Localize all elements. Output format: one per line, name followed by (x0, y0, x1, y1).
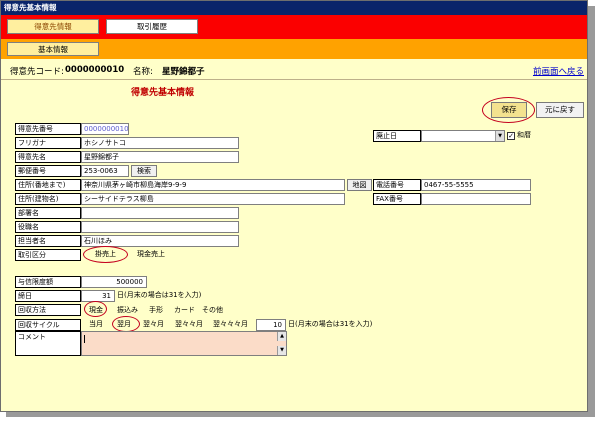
address1-label: 住所(番地まで) (15, 179, 81, 191)
cycle-option-4-months[interactable]: 翌々々々月 (213, 319, 248, 331)
fax-label: FAX番号 (373, 193, 421, 205)
cycle-option-next-month[interactable]: 翌月 (117, 319, 131, 331)
fax-field[interactable] (421, 193, 531, 205)
closing-day-note: 日(月末の場合は31を入力) (117, 291, 202, 299)
search-button[interactable]: 検索 (131, 165, 157, 177)
credit-limit-field[interactable]: 500000 (81, 276, 147, 288)
abolish-date-select[interactable]: ▼ (421, 130, 505, 142)
contact-person-label: 担当者名 (15, 235, 81, 247)
comment-textarea[interactable]: ▲ ▼ (81, 331, 287, 356)
back-to-previous-link[interactable]: 前画面へ戻る (533, 65, 584, 77)
position-label: 役職名 (15, 221, 81, 233)
address1-field[interactable]: 神奈川県茅ヶ崎市柳島海岸9-9-9 (81, 179, 345, 191)
customer-name-field-label: 得意先名 (15, 151, 81, 163)
subtab-basic-info[interactable]: 基本情報 (7, 42, 99, 56)
collection-option-other[interactable]: その他 (202, 305, 223, 317)
collection-option-transfer[interactable]: 振込み (117, 305, 138, 317)
tab-bar: 得意先情報 取引履歴 (1, 15, 587, 39)
position-field[interactable] (81, 221, 239, 233)
revert-button[interactable]: 元に戻す (536, 102, 584, 118)
customer-name-value: 星野錦都子 (162, 67, 205, 77)
cycle-option-this-month[interactable]: 当月 (89, 319, 103, 331)
address2-field[interactable]: シーサイドテラス柳島 (81, 193, 345, 205)
collection-day-note: 日(月末の場合は31を入力) (288, 320, 373, 328)
wareki-checkbox[interactable]: ✓ (507, 132, 515, 140)
customer-no-field: 0000000010 (81, 123, 129, 135)
phone-label: 電話番号 (373, 179, 421, 191)
trade-type-option-credit[interactable]: 掛売上 (95, 249, 116, 261)
address2-label: 住所(建物名) (15, 193, 81, 205)
wareki-label: 和暦 (517, 131, 531, 139)
postal-code-field[interactable]: 253-0063 (81, 165, 129, 177)
abolish-date-label: 廃止日 (373, 130, 421, 142)
postal-code-label: 郵便番号 (15, 165, 81, 177)
customer-window: 得意先基本情報 得意先情報 取引履歴 基本情報 得意先コード: 00000000… (0, 0, 588, 412)
credit-limit-label: 与信限度額 (15, 276, 81, 288)
scroll-up-icon[interactable]: ▲ (277, 332, 286, 341)
cycle-option-2-months[interactable]: 翌々月 (143, 319, 164, 331)
section-title: 得意先基本情報 (131, 88, 195, 98)
contact-person-field[interactable]: 石川ほみ (81, 235, 239, 247)
collection-option-cash[interactable]: 現金 (89, 305, 103, 317)
customer-code-label: 得意先コード: (10, 67, 64, 77)
scroll-down-icon[interactable]: ▼ (277, 346, 286, 355)
collection-cycle-label: 回収サイクル (15, 319, 81, 331)
closing-day-label: 締日 (15, 290, 81, 302)
text-caret (84, 335, 85, 343)
chevron-down-icon[interactable]: ▼ (495, 131, 504, 141)
comment-label: コメント (15, 331, 81, 356)
tab-transaction-history[interactable]: 取引履歴 (106, 19, 198, 34)
furigana-field[interactable]: ホシノサトコ (81, 137, 239, 149)
collection-method-label: 回収方法 (15, 304, 81, 316)
customer-name-field[interactable]: 星野錦都子 (81, 151, 239, 163)
collection-day-field[interactable]: 10 (256, 319, 286, 331)
customer-header: 得意先コード: 0000000010 名称: 星野錦都子 前画面へ戻る (1, 60, 587, 80)
cycle-option-3-months[interactable]: 翌々々月 (175, 319, 203, 331)
sub-tab-bar: 基本情報 (1, 39, 587, 59)
closing-day-field[interactable]: 31 (81, 290, 115, 302)
department-label: 部署名 (15, 207, 81, 219)
save-button[interactable]: 保存 (491, 102, 527, 118)
customer-code-value: 0000000010 (65, 65, 125, 75)
furigana-label: フリガナ (15, 137, 81, 149)
customer-name-label: 名称: (133, 67, 153, 77)
phone-field[interactable]: 0467-55-5555 (421, 179, 531, 191)
trade-type-label: 取引区分 (15, 249, 81, 261)
department-field[interactable] (81, 207, 239, 219)
tab-customer-info[interactable]: 得意先情報 (7, 19, 99, 34)
map-button[interactable]: 地図 (347, 179, 372, 191)
collection-option-bill[interactable]: 手形 (149, 305, 163, 317)
customer-no-label: 得意先番号 (15, 123, 81, 135)
window-title: 得意先基本情報 (1, 1, 587, 15)
collection-option-card[interactable]: カード (174, 305, 195, 317)
trade-type-option-cash[interactable]: 現金売上 (137, 249, 165, 261)
